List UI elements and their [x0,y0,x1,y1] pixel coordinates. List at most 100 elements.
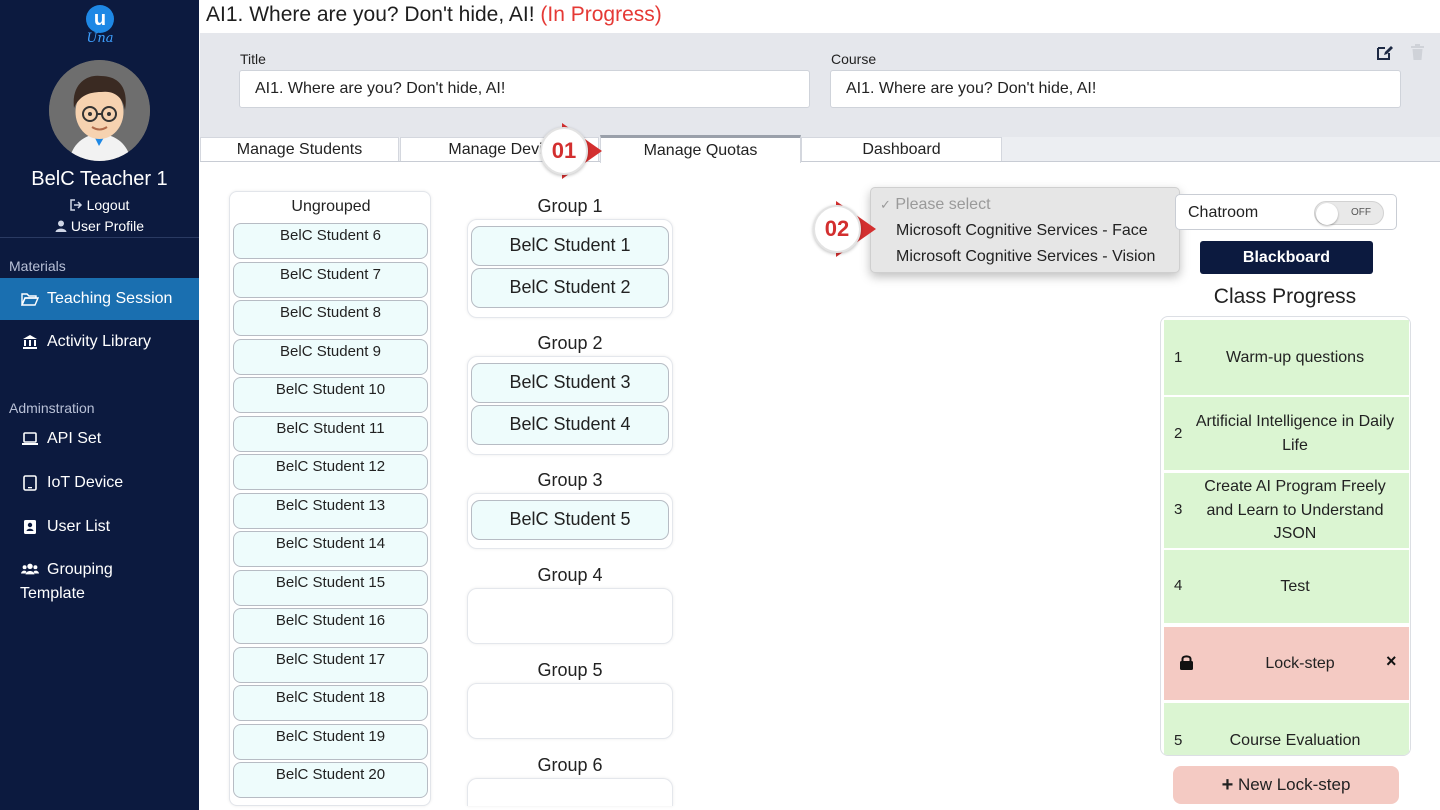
class-progress-panel: 1 Warm-up questions 2 Artificial Intelli… [1160,316,1411,756]
student-chip[interactable]: BelC Student 8 [233,300,428,336]
sidebar-item-iot-device[interactable]: IoT Device [0,462,199,504]
chatroom-control: Chatroom OFF [1175,194,1397,230]
logout-link[interactable]: Logout [0,197,199,214]
group-box[interactable] [467,588,673,644]
student-chip[interactable]: BelC Student 2 [471,268,669,308]
student-chip[interactable]: BelC Student 12 [233,454,428,490]
student-chip[interactable]: BelC Student 17 [233,647,428,683]
callout-01-number: 01 [540,127,588,175]
student-chip[interactable]: BelC Student 16 [233,608,428,644]
user-profile-link[interactable]: User Profile [0,218,199,235]
new-lock-step-label: New Lock-step [1237,775,1351,794]
group-box[interactable]: BelC Student 5 [467,493,673,549]
step-title: Test [1280,578,1310,595]
toggle-state: OFF [1351,207,1371,218]
progress-step[interactable]: 1 Warm-up questions [1164,320,1409,395]
quota-api-dropdown[interactable]: ✓ Please select Microsoft Cognitive Serv… [870,187,1180,273]
student-chip[interactable]: BelC Student 15 [233,570,428,606]
callout-01: 01 [540,127,588,175]
course-field[interactable]: AI1. Where are you? Don't hide, AI! [830,70,1401,108]
student-chip[interactable]: BelC Student 10 [233,377,428,413]
student-chip[interactable]: BelC Student 1 [471,226,669,266]
tab-manage-quotas[interactable]: Manage Quotas [600,135,801,163]
sidebar-item-api-set[interactable]: API Set [0,418,199,460]
una-logo-mark: u [86,5,114,33]
dropdown-option-vision[interactable]: Microsoft Cognitive Services - Vision [896,248,1155,266]
progress-step[interactable]: 5 Course Evaluation [1164,703,1409,755]
group-title: Group 2 [537,333,603,353]
student-chip[interactable]: BelC Student 19 [233,724,428,760]
grouping-label-line2: Template [20,585,85,602]
group-title: Group 6 [537,755,603,775]
student-chip[interactable]: BelC Student 14 [233,531,428,567]
step-title-line: Life [1282,436,1308,454]
dropdown-placeholder: ✓ Please select [880,196,991,214]
lock-step[interactable]: Lock-step × [1164,627,1409,700]
new-lock-step-button[interactable]: + New Lock-step [1173,766,1399,804]
logout-label: Logout [86,197,130,213]
sidebar-item-teaching-session[interactable]: Teaching Session [0,278,199,320]
sidebar-item-activity-library[interactable]: Activity Library [0,321,199,363]
student-chip[interactable]: BelC Student 13 [233,493,428,529]
user-icon [55,219,67,235]
progress-step[interactable]: 4 Test [1164,550,1409,623]
student-chip[interactable]: BelC Student 6 [233,223,428,259]
class-progress-title: Class Progress [1213,285,1357,308]
step-title: Lock-step [1265,655,1335,672]
student-chip[interactable]: BelC Student 7 [233,262,428,298]
administration-section-label: Adminstration [9,400,95,416]
student-chip[interactable]: BelC Student 5 [471,500,669,540]
user-profile-label: User Profile [70,218,145,234]
grouping-label-line1: Grouping [47,561,113,578]
progress-step[interactable]: 2 Artificial Intelligence in Daily Life [1164,397,1409,470]
chatroom-toggle[interactable]: OFF [1314,201,1384,225]
sidebar-item-grouping-template[interactable]: Grouping Template [0,558,199,608]
address-book-icon [21,519,39,535]
group-title: Group 3 [537,470,603,490]
ungrouped-panel: Ungrouped BelC Student 6 BelC Student 7 … [229,191,431,806]
tablet-icon [21,475,39,491]
close-icon[interactable]: × [1386,651,1397,672]
group-box[interactable]: BelC Student 1 BelC Student 2 [467,219,673,318]
group-box[interactable]: BelC Student 3 BelC Student 4 [467,356,673,455]
trash-icon[interactable] [1410,44,1425,66]
step-number: 4 [1174,577,1183,594]
student-chip[interactable]: BelC Student 9 [233,339,428,375]
teacher-name: BelC Teacher 1 [31,168,168,190]
edit-icon[interactable] [1376,44,1394,66]
tab-dashboard[interactable]: Dashboard [801,137,1002,161]
logout-icon [69,198,83,214]
group-box[interactable] [467,683,673,739]
avatar [49,60,150,161]
step-number: 3 [1174,501,1183,518]
group-title: Group 1 [537,196,603,216]
tab-manage-students[interactable]: Manage Students [200,137,399,161]
session-title: AI1. Where are you? Don't hide, AI! [206,3,535,26]
laptop-icon [21,432,39,446]
dropdown-option-face[interactable]: Microsoft Cognitive Services - Face [896,222,1148,240]
materials-section-label: Materials [9,258,66,274]
group-box[interactable] [467,778,673,806]
student-chip[interactable]: BelC Student 20 [233,762,428,798]
group-title: Group 5 [537,660,603,680]
student-chip[interactable]: BelC Student 4 [471,405,669,445]
users-icon [21,562,39,576]
title-field[interactable]: AI1. Where are you? Don't hide, AI! [239,70,810,108]
step-title: Create AI Program Freely and Learn to Un… [1186,475,1404,546]
una-logo[interactable]: u Una [84,5,116,46]
chatroom-label: Chatroom [1188,204,1259,221]
ungrouped-title: Ungrouped [291,198,371,215]
library-icon [21,334,39,350]
step-title-line: Create AI Program Freely [1204,478,1386,495]
student-chip[interactable]: BelC Student 18 [233,685,428,721]
sidebar-item-label: Grouping Template [20,558,113,606]
progress-step[interactable]: 3 Create AI Program Freely and Learn to … [1164,473,1409,548]
sidebar-item-user-list[interactable]: User List [0,506,199,548]
folder-open-icon [21,292,39,306]
sidebar-item-label: Teaching Session [47,290,173,307]
student-chip[interactable]: BelC Student 3 [471,363,669,403]
placeholder-text: Please select [895,196,991,213]
student-chip[interactable]: BelC Student 11 [233,416,428,452]
sidebar-item-label: Activity Library [47,333,152,350]
blackboard-button[interactable]: Blackboard [1200,241,1373,274]
